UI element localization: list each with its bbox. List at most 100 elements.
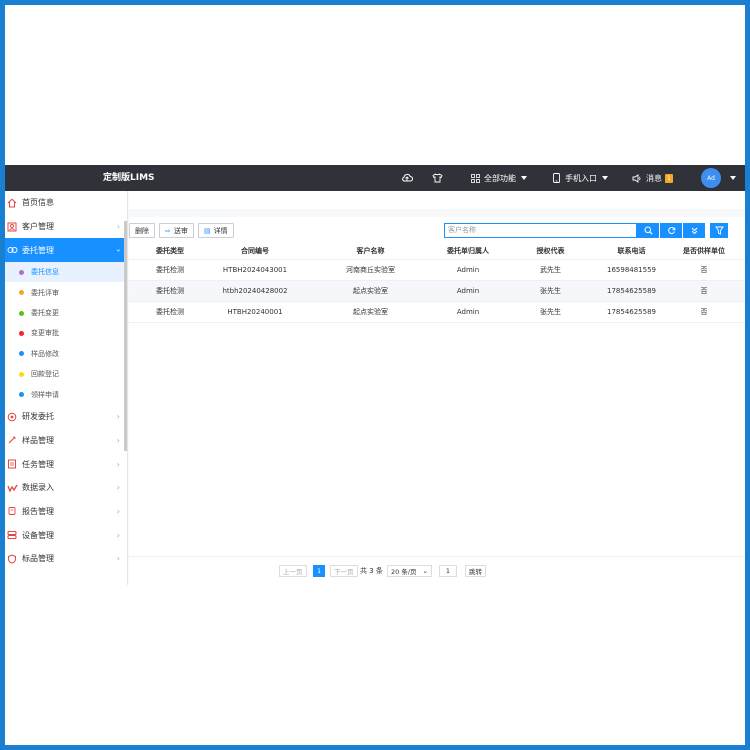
sidebar-item-label: 报告管理 — [22, 506, 54, 516]
table-cell: Admin — [424, 301, 512, 323]
chevron-right-icon: › — [116, 506, 120, 516]
shield-icon — [6, 553, 18, 565]
sidebar-item-label: 客户管理 — [22, 222, 54, 232]
pen-icon — [6, 434, 18, 446]
dot-icon — [19, 310, 24, 316]
sidebar-subitem-label: 回款登记 — [31, 370, 59, 379]
column-header[interactable]: 联系电话 — [589, 243, 674, 260]
column-header[interactable]: 合同编号 — [193, 243, 317, 260]
double-chevron-down-icon — [691, 227, 697, 235]
expand-filter-button[interactable] — [683, 223, 705, 238]
mobile-entry-menu[interactable]: 手机入口 — [553, 165, 608, 191]
cloud-icon[interactable] — [401, 165, 413, 191]
sidebar: 首页信息 客户管理 › 委托管理 › 委托信息 委托评审 委托变更 变更审批 样… — [5, 191, 128, 585]
phone-icon — [553, 173, 560, 183]
chevron-right-icon: › — [116, 554, 120, 564]
dot-icon — [19, 351, 24, 357]
refresh-button[interactable] — [660, 223, 682, 238]
jump-page-input[interactable]: 1 — [439, 565, 457, 577]
sidebar-item-label: 研发委托 — [22, 412, 54, 422]
delete-button[interactable]: 删除 — [129, 223, 155, 238]
table-cell: 委托检测 — [147, 259, 193, 281]
sidebar-subitem-sample-edit[interactable]: 样品修改 — [5, 344, 127, 364]
column-header[interactable]: 委托类型 — [147, 243, 193, 260]
detail-button[interactable]: ▤ 详情 — [198, 223, 234, 238]
sidebar-subitem-label: 委托变更 — [31, 309, 59, 318]
chevron-right-icon: › — [116, 483, 120, 493]
sidebar-subitem-commission-change[interactable]: 委托变更 — [5, 303, 127, 323]
chevron-down-icon — [602, 176, 608, 180]
filter-button[interactable] — [710, 223, 728, 238]
sidebar-item-standard[interactable]: 标品管理 › — [5, 547, 127, 571]
chevron-down-icon: › — [113, 248, 123, 252]
pagination: 上一页 1 下一页 共 3 条 20 条/页 ⌄ 1 跳转 — [129, 556, 745, 585]
sidebar-subitem-change-approval[interactable]: 变更审批 — [5, 323, 127, 343]
search-icon — [644, 226, 653, 235]
sidebar-subitem-payment[interactable]: 回款登记 — [5, 364, 127, 384]
table-row[interactable]: 委托检测 HTBH20240001 起点实验室 Admin 张先生 178546… — [129, 301, 745, 323]
column-header[interactable]: 授权代表 — [512, 243, 589, 260]
chevron-down-icon — [521, 176, 527, 180]
column-header[interactable]: 客户名称 — [317, 243, 424, 260]
equipment-icon — [6, 529, 18, 541]
sidebar-item-sample[interactable]: 样品管理 › — [5, 428, 127, 452]
top-bar: 定制版LIMS 全部功能 手机入口 消息 1 Ad — [5, 165, 745, 191]
messages-button[interactable]: 消息 1 — [632, 165, 673, 191]
user-menu[interactable]: Ad — [701, 165, 736, 191]
table-row[interactable]: 委托检测 HTBH2024043001 河南商丘实验室 Admin 武先生 16… — [129, 259, 745, 281]
message-count-badge: 1 — [665, 173, 673, 183]
sidebar-item-task[interactable]: 任务管理 › — [5, 452, 127, 476]
table-cell: Admin — [424, 259, 512, 281]
sidebar-subitem-commission-info[interactable]: 委托信息 — [5, 262, 127, 283]
sidebar-item-home[interactable]: 首页信息 — [5, 191, 127, 215]
commission-table: 委托类型 合同编号 客户名称 委托单归属人 授权代表 联系电话 是否供样单位 委… — [129, 243, 745, 323]
jump-button[interactable]: 跳转 — [465, 565, 486, 577]
column-header[interactable]: 委托单归属人 — [424, 243, 512, 260]
table-cell: 张先生 — [512, 301, 589, 323]
sidebar-item-equipment[interactable]: 设备管理 › — [5, 523, 127, 547]
sidebar-item-report[interactable]: 报告管理 › — [5, 500, 127, 524]
sidebar-item-customer[interactable]: 客户管理 › — [5, 215, 127, 239]
customer-search-input[interactable]: 客户名称 — [444, 223, 637, 238]
table-cell: 武先生 — [512, 259, 589, 281]
chevron-down-icon: ⌄ — [422, 567, 428, 575]
prev-page-button[interactable]: 上一页 — [279, 565, 307, 577]
shirt-icon[interactable] — [432, 165, 443, 191]
dot-icon — [19, 330, 24, 336]
page-size-select[interactable]: 20 条/页 ⌄ — [387, 565, 432, 577]
sidebar-item-research[interactable]: 研发委托 › — [5, 405, 127, 429]
table-header-row: 委托类型 合同编号 客户名称 委托单归属人 授权代表 联系电话 是否供样单位 — [129, 243, 745, 260]
submit-review-button[interactable]: ⇨ 送审 — [159, 223, 194, 238]
table-cell: htbh20240428002 — [193, 280, 317, 302]
sidebar-item-commission[interactable]: 委托管理 › — [5, 238, 127, 263]
table-cell: 否 — [674, 259, 734, 281]
sidebar-item-label: 任务管理 — [22, 459, 54, 469]
detail-label: 详情 — [213, 226, 228, 235]
speaker-icon — [632, 173, 642, 183]
sidebar-subitem-label: 委托信息 — [31, 268, 59, 277]
table-cell: HTBH20240001 — [193, 301, 317, 323]
page-number-current[interactable]: 1 — [313, 565, 325, 577]
lims-app: 定制版LIMS 全部功能 手机入口 消息 1 Ad 首页信息 客户管理 › 委托… — [5, 165, 745, 585]
chevron-right-icon: › — [116, 530, 120, 540]
table-row[interactable]: 委托检测 htbh20240428002 起点实验室 Admin 张先生 178… — [129, 280, 745, 302]
tab-strip — [129, 191, 745, 209]
table-cell: 起点实验室 — [317, 301, 424, 323]
dot-icon — [19, 269, 24, 275]
table-cell: HTBH2024043001 — [193, 259, 317, 281]
all-functions-menu[interactable]: 全部功能 — [471, 165, 527, 191]
mobile-entry-label: 手机入口 — [565, 173, 597, 183]
sidebar-subitem-commission-review[interactable]: 委托评审 — [5, 282, 127, 302]
table-cell: 张先生 — [512, 280, 589, 302]
sidebar-subitem-sample-request[interactable]: 领样申请 — [5, 384, 127, 404]
grid-icon — [471, 173, 480, 183]
table-cell: 河南商丘实验室 — [317, 259, 424, 281]
search-button[interactable] — [637, 223, 659, 238]
table-cell: 否 — [674, 280, 734, 302]
dot-icon — [19, 392, 24, 398]
sidebar-scrollbar[interactable] — [124, 221, 127, 451]
sidebar-item-data-entry[interactable]: 数据录入 › — [5, 476, 127, 500]
table-cell: 16598481559 — [589, 259, 674, 281]
next-page-button[interactable]: 下一页 — [330, 565, 358, 577]
column-header[interactable]: 是否供样单位 — [674, 243, 734, 260]
